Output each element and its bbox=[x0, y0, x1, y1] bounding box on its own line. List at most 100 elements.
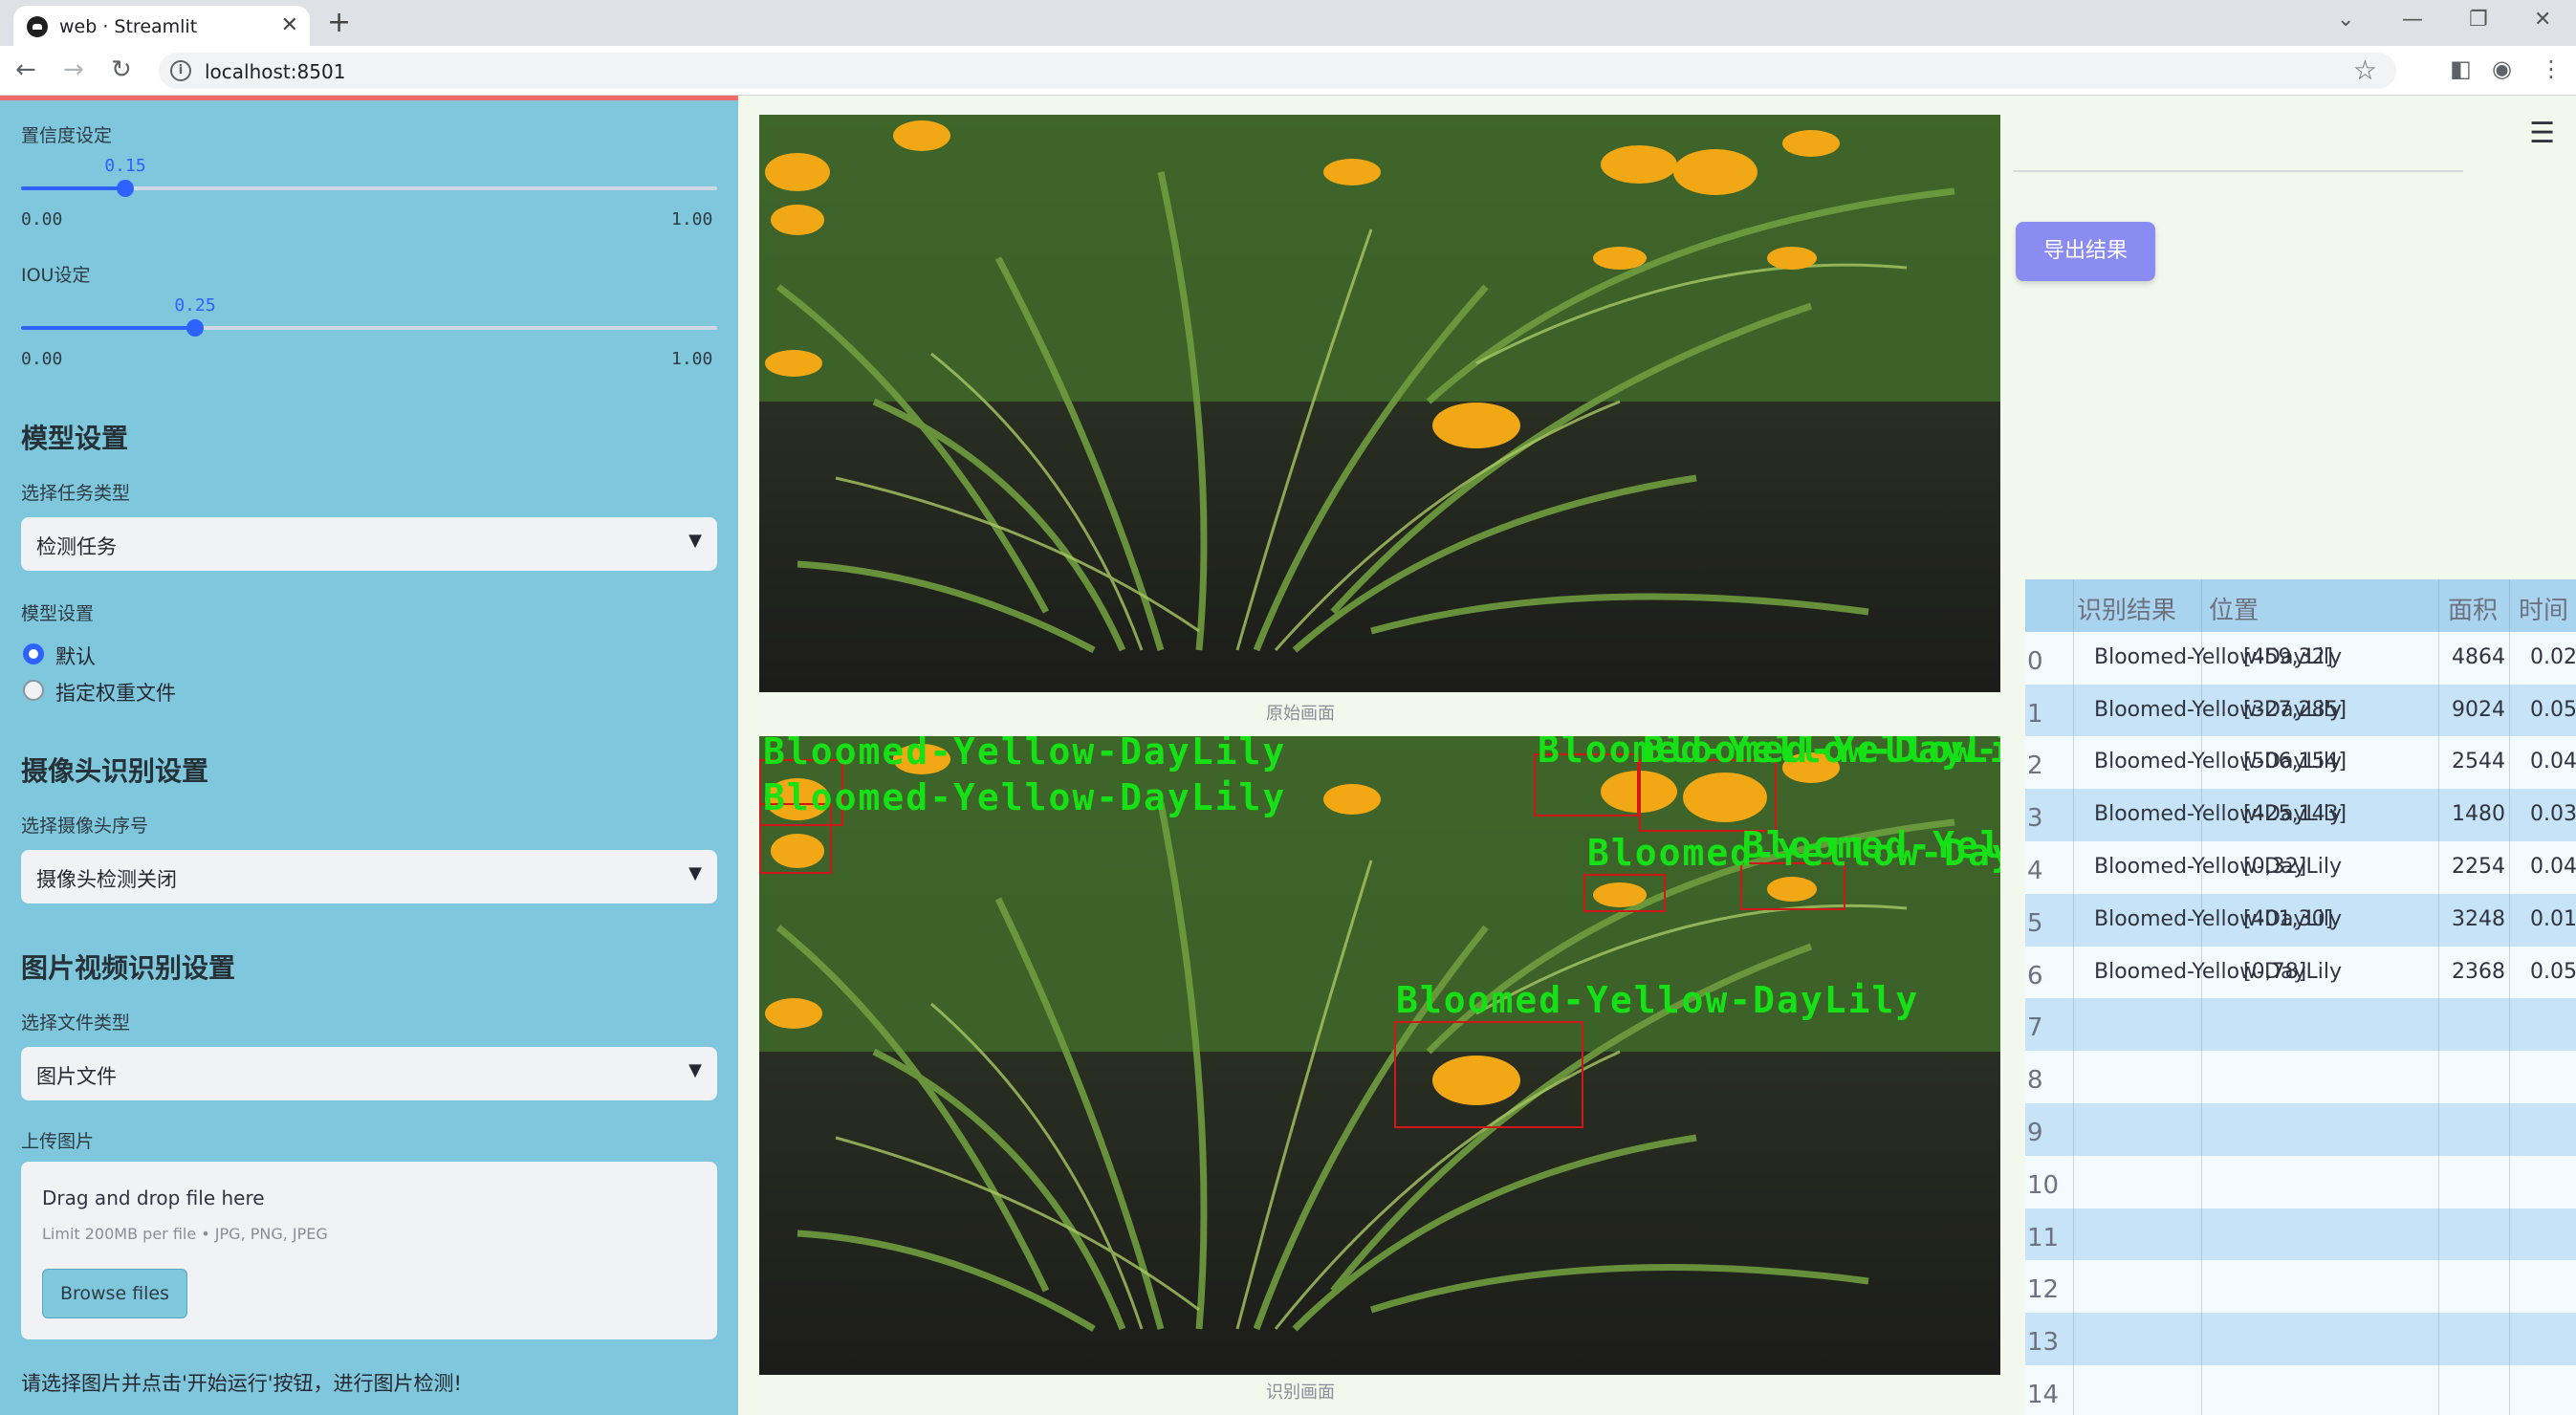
browse-files-button[interactable]: Browse files bbox=[42, 1269, 187, 1318]
radio-custom-weights-label[interactable]: 指定权重文件 bbox=[55, 678, 176, 707]
table-row[interactable]: 6 Bloomed-Yellow-DayLily [0,78] 2368 0.05 bbox=[2025, 946, 2576, 999]
task-type-value: 检测任务 bbox=[36, 535, 117, 558]
address-bar[interactable]: i localhost:8501 ☆ bbox=[159, 53, 2396, 89]
column-divider bbox=[2201, 579, 2202, 1415]
row-index: 12 bbox=[2027, 1275, 2060, 1305]
camera-index-select[interactable]: 摄像头检测关闭 ▼ bbox=[21, 850, 717, 903]
site-info-icon[interactable]: i bbox=[170, 60, 191, 81]
table-row-empty[interactable]: 11 bbox=[2025, 1208, 2576, 1261]
original-image bbox=[759, 115, 2000, 692]
table-row[interactable]: 3 Bloomed-Yellow-DayLily [425,143] 1480 0.03 bbox=[2025, 789, 2576, 841]
browser-toolbar: ← → ↻ i localhost:8501 ☆ ◧ ◉ ⋮ bbox=[0, 46, 2576, 96]
file-type-label: 选择文件类型 bbox=[21, 1012, 131, 1034]
chevron-down-icon: ▼ bbox=[688, 531, 702, 551]
profile-avatar-icon[interactable]: ◉ bbox=[2492, 55, 2512, 82]
url-text: localhost:8501 bbox=[205, 60, 346, 83]
column-divider bbox=[2438, 579, 2439, 1415]
results-table[interactable]: 识别结果 位置 面积 时间 0 Bloomed-Yellow-DayLily [45… bbox=[2025, 579, 2576, 1415]
chevron-down-icon: ▼ bbox=[688, 863, 702, 883]
row-position: [0,32] bbox=[2243, 855, 2307, 879]
side-panel-icon[interactable]: ◧ bbox=[2450, 55, 2472, 82]
table-row-empty[interactable]: 9 bbox=[2025, 1103, 2576, 1156]
row-time: 0.04 bbox=[2530, 750, 2576, 774]
row-index: 2 bbox=[2027, 751, 2043, 781]
detection-label: Bloomed-Yellow-DayLily bbox=[1643, 736, 2000, 771]
iou-min: 0.00 bbox=[21, 349, 63, 369]
table-row[interactable]: 1 Bloomed-Yellow-DayLily [327,285] 9024 0.05 bbox=[2025, 684, 2576, 737]
row-position: [459,32] bbox=[2243, 644, 2334, 669]
table-row-empty[interactable]: 13 bbox=[2025, 1313, 2576, 1365]
file-uploader-dropzone[interactable]: Drag and drop file here Limit 200MB per … bbox=[21, 1162, 717, 1339]
row-position: [401,30] bbox=[2243, 906, 2334, 931]
row-index: 9 bbox=[2027, 1119, 2043, 1147]
camera-index-value: 摄像头检测关闭 bbox=[36, 868, 177, 891]
close-tab-icon[interactable]: ✕ bbox=[281, 13, 298, 37]
row-position: [425,143] bbox=[2243, 802, 2347, 827]
iou-slider[interactable] bbox=[21, 319, 717, 337]
divider bbox=[2014, 170, 2463, 172]
table-row-empty[interactable]: 12 bbox=[2025, 1260, 2576, 1314]
row-area: 2254 bbox=[2452, 855, 2505, 879]
table-row-empty[interactable]: 14 bbox=[2025, 1365, 2576, 1415]
row-index: 6 bbox=[2027, 961, 2043, 990]
detection-label: Bloomed-Yellow-DayLily bbox=[1742, 824, 2000, 866]
forward-icon[interactable]: → bbox=[63, 55, 84, 84]
minimize-icon[interactable]: — bbox=[2402, 8, 2423, 32]
sidebar: 置信度设定 0.15 0.00 1.00 IOU设定 0.25 0.00 1.0… bbox=[0, 96, 738, 1415]
tab-search-chevron-icon[interactable]: ⌄ bbox=[2337, 8, 2354, 32]
browser-tab[interactable]: web · Streamlit ✕ bbox=[13, 6, 310, 46]
radio-custom-weights[interactable] bbox=[23, 680, 44, 701]
task-type-select[interactable]: 检测任务 ▼ bbox=[21, 517, 717, 571]
confidence-label: 置信度设定 bbox=[21, 125, 113, 146]
table-row[interactable]: 0 Bloomed-Yellow-DayLily [459,32] 4864 0.02 bbox=[2025, 631, 2576, 685]
row-area: 4864 bbox=[2452, 644, 2505, 669]
iou-slider-thumb[interactable] bbox=[186, 319, 204, 337]
table-row[interactable]: 4 Bloomed-Yellow-DayLily [0,32] 2254 0.04 bbox=[2025, 841, 2576, 894]
original-image-caption: 原始画面 bbox=[1266, 704, 1335, 724]
upload-limit-text: Limit 200MB per file • JPG, PNG, JPEG bbox=[42, 1225, 328, 1243]
row-index: 10 bbox=[2027, 1170, 2060, 1200]
row-position: [327,285] bbox=[2243, 697, 2347, 722]
header-area[interactable]: 面积 bbox=[2448, 591, 2498, 626]
detection-label: Bloomed-Yellow-DayLily bbox=[763, 776, 1287, 818]
radio-default[interactable] bbox=[23, 643, 44, 664]
confidence-slider-thumb[interactable] bbox=[117, 180, 135, 197]
detection-box bbox=[1583, 874, 1666, 912]
header-position[interactable]: 位置 bbox=[2209, 591, 2259, 626]
header-time[interactable]: 时间 bbox=[2519, 591, 2568, 626]
export-results-button[interactable]: 导出结果 bbox=[2016, 222, 2155, 281]
row-position: [0,78] bbox=[2243, 959, 2307, 984]
detection-label: Bloomed-Yellow-DayLily bbox=[1396, 979, 1920, 1021]
hamburger-menu-icon[interactable]: ☰ bbox=[2529, 117, 2555, 150]
row-time: 0.05 bbox=[2530, 697, 2576, 722]
back-icon[interactable]: ← bbox=[15, 55, 36, 84]
reload-icon[interactable]: ↻ bbox=[111, 55, 132, 84]
row-area: 3248 bbox=[2452, 906, 2505, 931]
table-row[interactable]: 5 Bloomed-Yellow-DayLily [401,30] 3248 0.01 bbox=[2025, 893, 2576, 947]
daylily-photo bbox=[759, 115, 2000, 692]
radio-default-label[interactable]: 默认 bbox=[55, 642, 96, 670]
row-index: 13 bbox=[2027, 1328, 2060, 1358]
iou-value: 0.25 bbox=[174, 295, 216, 316]
browser-menu-icon[interactable]: ⋮ bbox=[2540, 55, 2563, 82]
confidence-slider[interactable] bbox=[21, 180, 717, 197]
file-type-select[interactable]: 图片文件 ▼ bbox=[21, 1047, 717, 1100]
new-tab-icon[interactable]: + bbox=[327, 6, 351, 39]
row-time: 0.02 bbox=[2530, 644, 2576, 669]
close-window-icon[interactable]: ✕ bbox=[2534, 8, 2551, 32]
table-row-empty[interactable]: 8 bbox=[2025, 1051, 2576, 1103]
confidence-slider-fill bbox=[21, 186, 126, 190]
bookmark-star-icon[interactable]: ☆ bbox=[2353, 54, 2377, 86]
iou-label: IOU设定 bbox=[21, 265, 91, 286]
row-area: 1480 bbox=[2452, 802, 2505, 827]
restore-icon[interactable]: ❐ bbox=[2469, 8, 2488, 32]
row-time: 0.04 bbox=[2530, 855, 2576, 879]
column-divider bbox=[2509, 579, 2510, 1415]
table-row[interactable]: 2 Bloomed-Yellow-DayLily [506,154] 2544 0.04 bbox=[2025, 736, 2576, 790]
table-row-empty[interactable]: 7 bbox=[2025, 998, 2576, 1052]
header-result[interactable]: 识别结果 bbox=[2077, 591, 2176, 626]
upload-dropzone-title: Drag and drop file here bbox=[42, 1186, 265, 1209]
row-index: 1 bbox=[2027, 699, 2043, 729]
table-row-empty[interactable]: 10 bbox=[2025, 1155, 2576, 1208]
model-settings-heading: 模型设置 bbox=[21, 423, 129, 454]
